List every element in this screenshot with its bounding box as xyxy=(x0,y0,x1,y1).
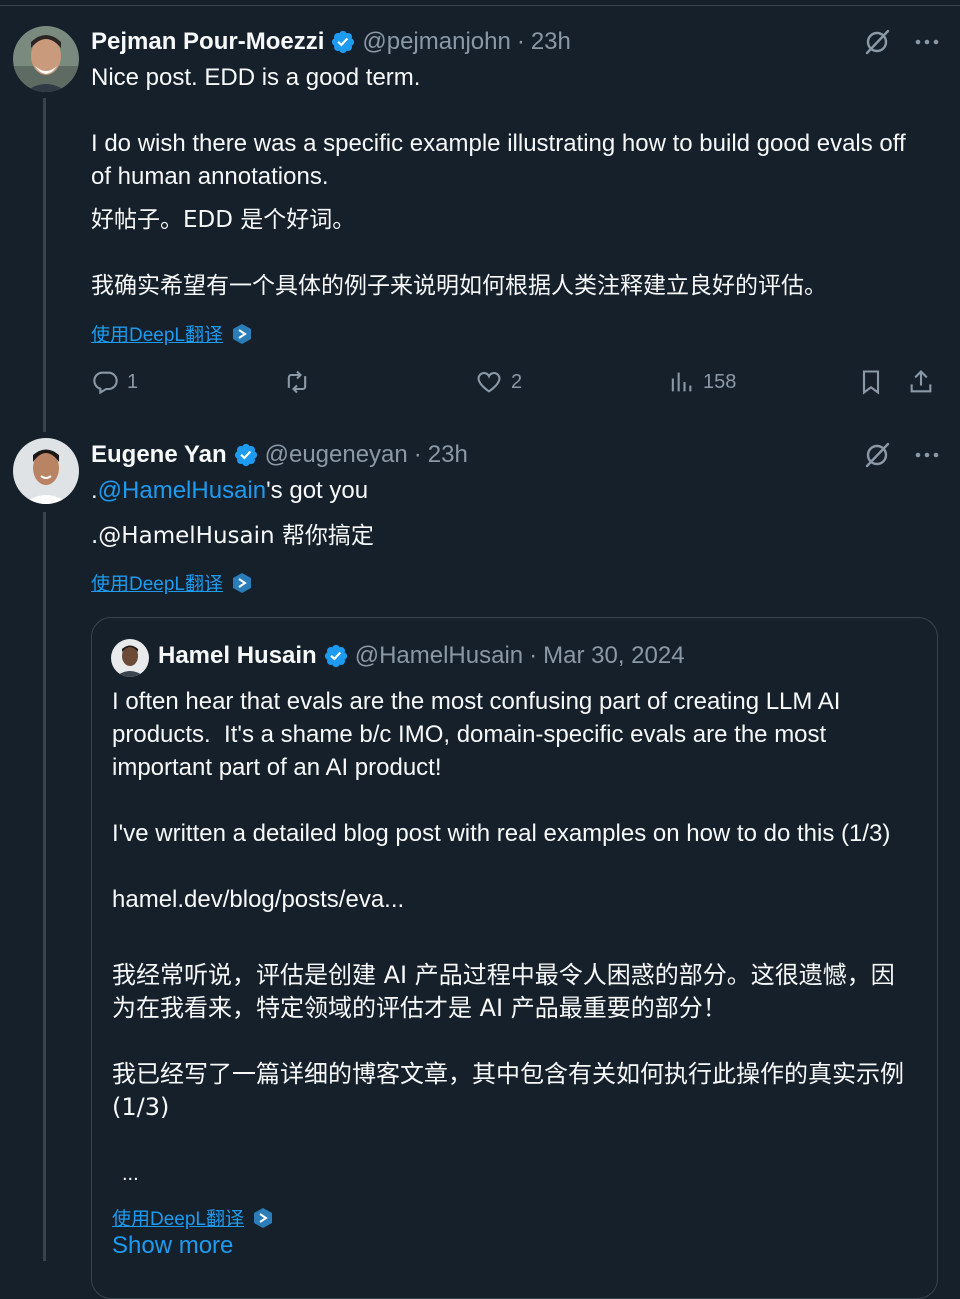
tweet-header: Pejman Pour-Moezzi @pejmanjohn · 23h xyxy=(91,27,571,57)
tweet-header-icons xyxy=(862,440,942,470)
deepl-translate-label[interactable]: 使用DeepL翻译 xyxy=(112,1204,244,1231)
tweet-header: Eugene Yan @eugeneyan · 23h xyxy=(91,440,468,470)
tweet-header-icons xyxy=(862,27,942,57)
heart-icon xyxy=(477,371,501,393)
verified-badge-icon xyxy=(332,30,355,54)
author-handle[interactable]: @HamelHusain xyxy=(355,642,523,670)
reply-icon xyxy=(93,371,118,395)
bookmark-icon xyxy=(862,370,880,395)
like-count: 2 xyxy=(511,370,523,393)
author-name[interactable]: Eugene Yan xyxy=(91,441,227,469)
avatar[interactable] xyxy=(13,438,79,504)
deepl-translate-link[interactable]: 使用DeepL翻译 xyxy=(112,1204,274,1231)
show-more-link[interactable]: Show more xyxy=(112,1232,233,1260)
verified-badge-icon xyxy=(234,443,257,467)
deepl-icon xyxy=(233,572,251,593)
author-name[interactable]: Pejman Pour-Moezzi xyxy=(91,28,324,56)
view-count: 158 xyxy=(703,370,737,393)
more-options-icon[interactable] xyxy=(912,440,942,470)
views-icon xyxy=(671,372,692,392)
grok-icon[interactable] xyxy=(862,27,892,57)
timestamp[interactable]: Mar 30, 2024 xyxy=(543,642,684,670)
reply-button[interactable]: 1 xyxy=(91,368,138,396)
more-options-icon[interactable] xyxy=(912,27,942,57)
author-name[interactable]: Hamel Husain xyxy=(158,642,317,670)
tweet-text-prefix: . xyxy=(91,477,98,504)
bookmark-button[interactable] xyxy=(857,368,885,396)
avatar[interactable] xyxy=(13,26,79,92)
separator-dot: · xyxy=(529,642,538,669)
tweet-text-suffix: 's got you xyxy=(266,477,369,504)
deepl-translate-link[interactable]: 使用DeepL翻译 xyxy=(91,569,253,596)
timestamp[interactable]: 23h xyxy=(428,441,468,469)
deepl-icon xyxy=(254,1207,272,1228)
timestamp[interactable]: 23h xyxy=(531,28,571,56)
deepl-translate-link[interactable]: 使用DeepL翻译 xyxy=(91,320,253,347)
deepl-translate-label[interactable]: 使用DeepL翻译 xyxy=(91,569,223,596)
deepl-translate-label[interactable]: 使用DeepL翻译 xyxy=(91,320,223,347)
quoted-tweet[interactable]: Hamel Husain @HamelHusain · Mar 30, 2024… xyxy=(91,617,938,1299)
tweet-actions: 1 2 158 xyxy=(91,368,941,402)
quoted-tweet-ellipsis: ... xyxy=(122,1163,139,1185)
views-button[interactable]: 158 xyxy=(667,368,736,396)
deepl-icon xyxy=(233,323,251,344)
quoted-tweet-text: I often hear that evals are the most con… xyxy=(112,688,891,913)
quoted-tweet-text-translated: 我经常听说，评估是创建 AI 产品过程中最令人困惑的部分。这很遗憾，因为在我看来… xyxy=(112,961,904,1121)
separator-dot: · xyxy=(413,441,422,468)
quoted-tweet-header: Hamel Husain @HamelHusain · Mar 30, 2024 xyxy=(158,642,685,670)
share-button[interactable] xyxy=(907,368,935,396)
tweet-text: Nice post. EDD is a good term. I do wish… xyxy=(91,64,906,190)
verified-badge-icon xyxy=(324,644,347,668)
top-divider xyxy=(0,0,960,6)
retweet-icon xyxy=(287,370,307,394)
like-button[interactable]: 2 xyxy=(475,368,522,396)
grok-icon[interactable] xyxy=(862,440,892,470)
author-handle[interactable]: @eugeneyan xyxy=(265,441,408,469)
share-icon xyxy=(910,370,932,393)
tweet-text-translated: .@HamelHusain 帮你搞定 xyxy=(91,523,374,549)
thread-line xyxy=(43,512,46,1261)
reply-count: 1 xyxy=(127,370,139,393)
avatar[interactable] xyxy=(111,639,149,677)
tweet-text: .@HamelHusain's got you xyxy=(91,474,931,507)
separator-dot: · xyxy=(516,28,525,55)
retweet-button[interactable] xyxy=(283,368,319,396)
thread-line xyxy=(43,98,46,432)
author-handle[interactable]: @pejmanjohn xyxy=(362,28,510,56)
mention-link[interactable]: @HamelHusain xyxy=(98,477,266,504)
tweet-text-translated: 好帖子。EDD 是个好词。 我确实希望有一个具体的例子来说明如何根据人类注释建立… xyxy=(91,207,827,299)
